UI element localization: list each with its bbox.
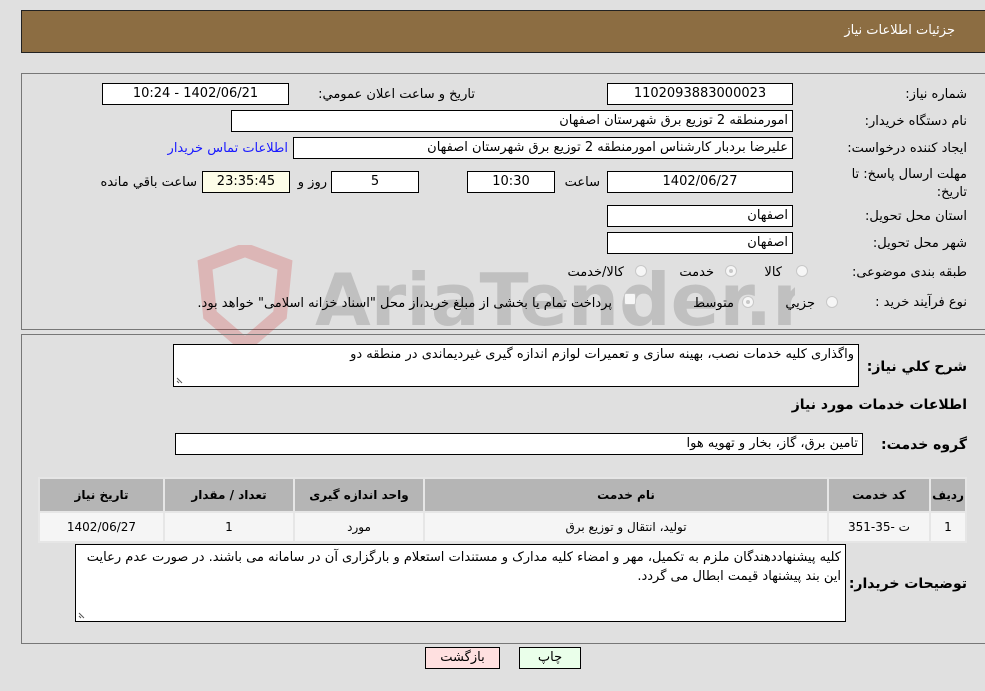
category-option-service: خدمت	[679, 265, 714, 280]
treasury-note: پرداخت تمام یا بخشی از مبلغ خرید،از محل …	[197, 296, 612, 311]
cell-quantity: 1	[163, 511, 295, 543]
service-group-field: تامین برق، گاز، بخار و تهویه هوا	[175, 433, 863, 455]
col-need-date: تاريخ نياز	[38, 477, 165, 513]
page-title: جزئيات اطلاعات نياز	[844, 23, 955, 38]
remaining-time-field: 23:35:45	[202, 171, 290, 193]
deadline-date-field: 1402/06/27	[607, 171, 793, 193]
cell-service-name: تولید، انتقال و توزیع برق	[423, 511, 829, 543]
buyer-notes-text: کلیه پیشنهاددهندگان ملزم به تکمیل، مهر و…	[86, 550, 841, 584]
city-label: شهر محل تحویل:	[872, 236, 967, 251]
buyer-notes-textarea[interactable]: کلیه پیشنهاددهندگان ملزم به تکمیل، مهر و…	[75, 544, 846, 622]
category-radio-service[interactable]	[725, 265, 737, 277]
category-option-goods: کالا	[764, 265, 782, 280]
purchase-radio-medium[interactable]	[742, 296, 754, 308]
services-section-title: اطلاعات خدمات مورد نياز	[791, 397, 967, 413]
table-row: 1 ت -35-351 تولید، انتقال و توزیع برق مو…	[38, 511, 967, 543]
province-label: استان محل تحویل:	[865, 209, 967, 224]
remaining-time-label: ساعت باقي مانده	[100, 175, 197, 190]
category-option-goods-service: کالا/خدمت	[567, 265, 624, 280]
cell-row-number: 1	[929, 511, 967, 543]
purchase-radio-minor[interactable]	[826, 296, 838, 308]
back-button[interactable]: بازگشت	[425, 647, 500, 669]
city-field: اصفهان	[607, 232, 793, 254]
category-label: طبقه بندی موضوعی:	[851, 265, 967, 280]
cell-need-date: 1402/06/27	[38, 511, 165, 543]
buyer-org-label: نام دستگاه خریدار:	[864, 114, 967, 129]
description-textarea[interactable]: واگذاری کلیه خدمات نصب، بهینه سازی و تعم…	[173, 344, 859, 387]
announce-label: تاریخ و ساعت اعلان عمومي:	[318, 87, 475, 102]
category-radio-goods[interactable]	[796, 265, 808, 277]
resize-grip-icon[interactable]	[176, 376, 184, 384]
creator-label: ایجاد کننده درخواست:	[847, 141, 967, 156]
treasury-checkbox[interactable]	[624, 293, 636, 305]
need-number-label: شماره نیاز:	[905, 87, 967, 102]
cell-unit: مورد	[293, 511, 425, 543]
col-quantity: تعداد / مقدار	[163, 477, 295, 513]
province-field: اصفهان	[607, 205, 793, 227]
deadline-time-label: ساعت	[564, 175, 600, 190]
category-radio-goods-service[interactable]	[635, 265, 647, 277]
col-unit: واحد اندازه گيری	[293, 477, 425, 513]
service-group-label: گروه خدمت:	[881, 437, 967, 453]
purchase-option-minor: جزيي	[785, 296, 815, 311]
col-service-name: نام خدمت	[423, 477, 829, 513]
deadline-time-field: 10:30	[467, 171, 555, 193]
days-label: روز و	[297, 175, 327, 190]
description-label: شرح كلي نياز:	[866, 359, 967, 375]
col-row-number: رديف	[929, 477, 967, 513]
description-text: واگذاری کلیه خدمات نصب، بهینه سازی و تعم…	[350, 347, 854, 362]
page-header: جزئيات اطلاعات نياز	[21, 10, 985, 53]
creator-field: علیرضا بردبار کارشناس امورمنطقه 2 توزیع …	[293, 137, 793, 159]
print-button[interactable]: چاپ	[519, 647, 581, 669]
cell-service-code: ت -35-351	[827, 511, 931, 543]
table-header-row: رديف كد خدمت نام خدمت واحد اندازه گيری ت…	[38, 477, 967, 513]
purchase-type-label: نوع فرآیند خرید :	[875, 295, 967, 310]
days-remaining-field: 5	[331, 171, 419, 193]
announce-datetime-field: 1402/06/21 - 10:24	[102, 83, 289, 105]
col-service-code: كد خدمت	[827, 477, 931, 513]
buyer-contact-link[interactable]: اطلاعات تماس خریدار	[168, 141, 288, 156]
deadline-label: مهلت ارسال پاسخ: تا تاریخ:	[851, 167, 967, 200]
buyer-notes-label: توضيحات خريدار:	[848, 576, 967, 592]
services-table: رديف كد خدمت نام خدمت واحد اندازه گيری ت…	[38, 477, 967, 543]
purchase-option-medium: متوسط	[693, 296, 734, 311]
buyer-org-field: امورمنطقه 2 توزیع برق شهرستان اصفهان	[231, 110, 793, 132]
resize-grip-icon[interactable]	[78, 611, 86, 619]
need-number-field: 1102093883000023	[607, 83, 793, 105]
